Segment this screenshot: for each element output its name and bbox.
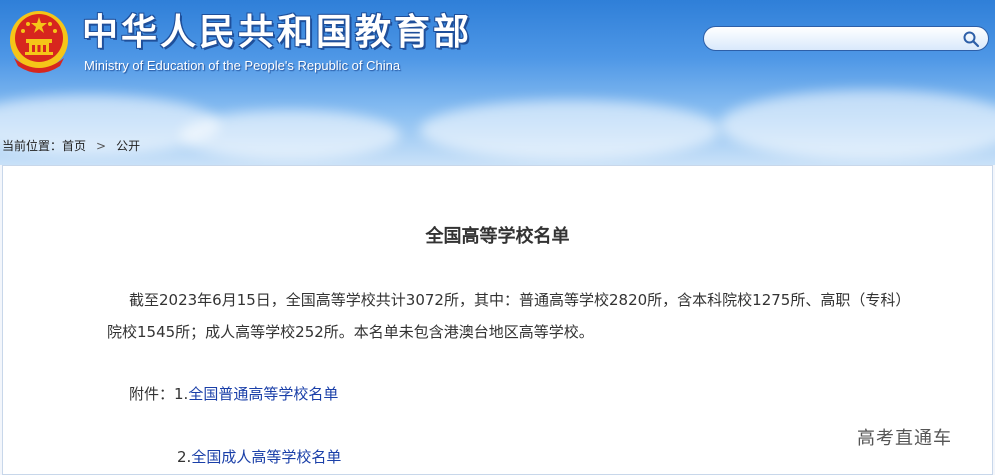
attachment-link-adult-colleges[interactable]: 全国成人高等学校名单: [191, 448, 341, 466]
breadcrumb-open[interactable]: 公开: [116, 139, 140, 153]
attachment-index: 2.: [177, 448, 192, 466]
search-icon[interactable]: [962, 30, 980, 48]
breadcrumb: 当前位置：首页 > 公开: [2, 137, 140, 154]
breadcrumb-home[interactable]: 首页: [62, 139, 86, 153]
breadcrumb-prefix: 当前位置：: [2, 139, 63, 153]
site-subtitle: Ministry of Education of the People's Re…: [84, 58, 401, 73]
article-panel: 全国高等学校名单 截至2023年6月15日，全国高等学校共计3072所，其中：普…: [2, 165, 993, 475]
search-box: [703, 26, 989, 51]
attachment-link-general-colleges[interactable]: 全国普通高等学校名单: [188, 385, 338, 403]
watermark: 高考直通车: [857, 428, 952, 449]
attachment-row-2: 2.全国成人高等学校名单: [177, 446, 341, 467]
search-input[interactable]: [716, 30, 960, 49]
site-header: 中华人民共和国教育部 Ministry of Education of the …: [0, 0, 995, 165]
site-title: 中华人民共和国教育部: [82, 12, 473, 53]
article-paragraph: 截至2023年6月15日，全国高等学校共计3072所，其中：普通高等学校2820…: [107, 291, 903, 341]
attachment-row-1: 附件：1.全国普通高等学校名单: [129, 383, 338, 404]
attachment-index: 1.: [174, 385, 189, 403]
national-emblem-icon: [10, 11, 68, 73]
article-title: 全国高等学校名单: [425, 226, 570, 247]
breadcrumb-separator: >: [96, 139, 107, 153]
attachments-label: 附件：: [129, 385, 175, 403]
